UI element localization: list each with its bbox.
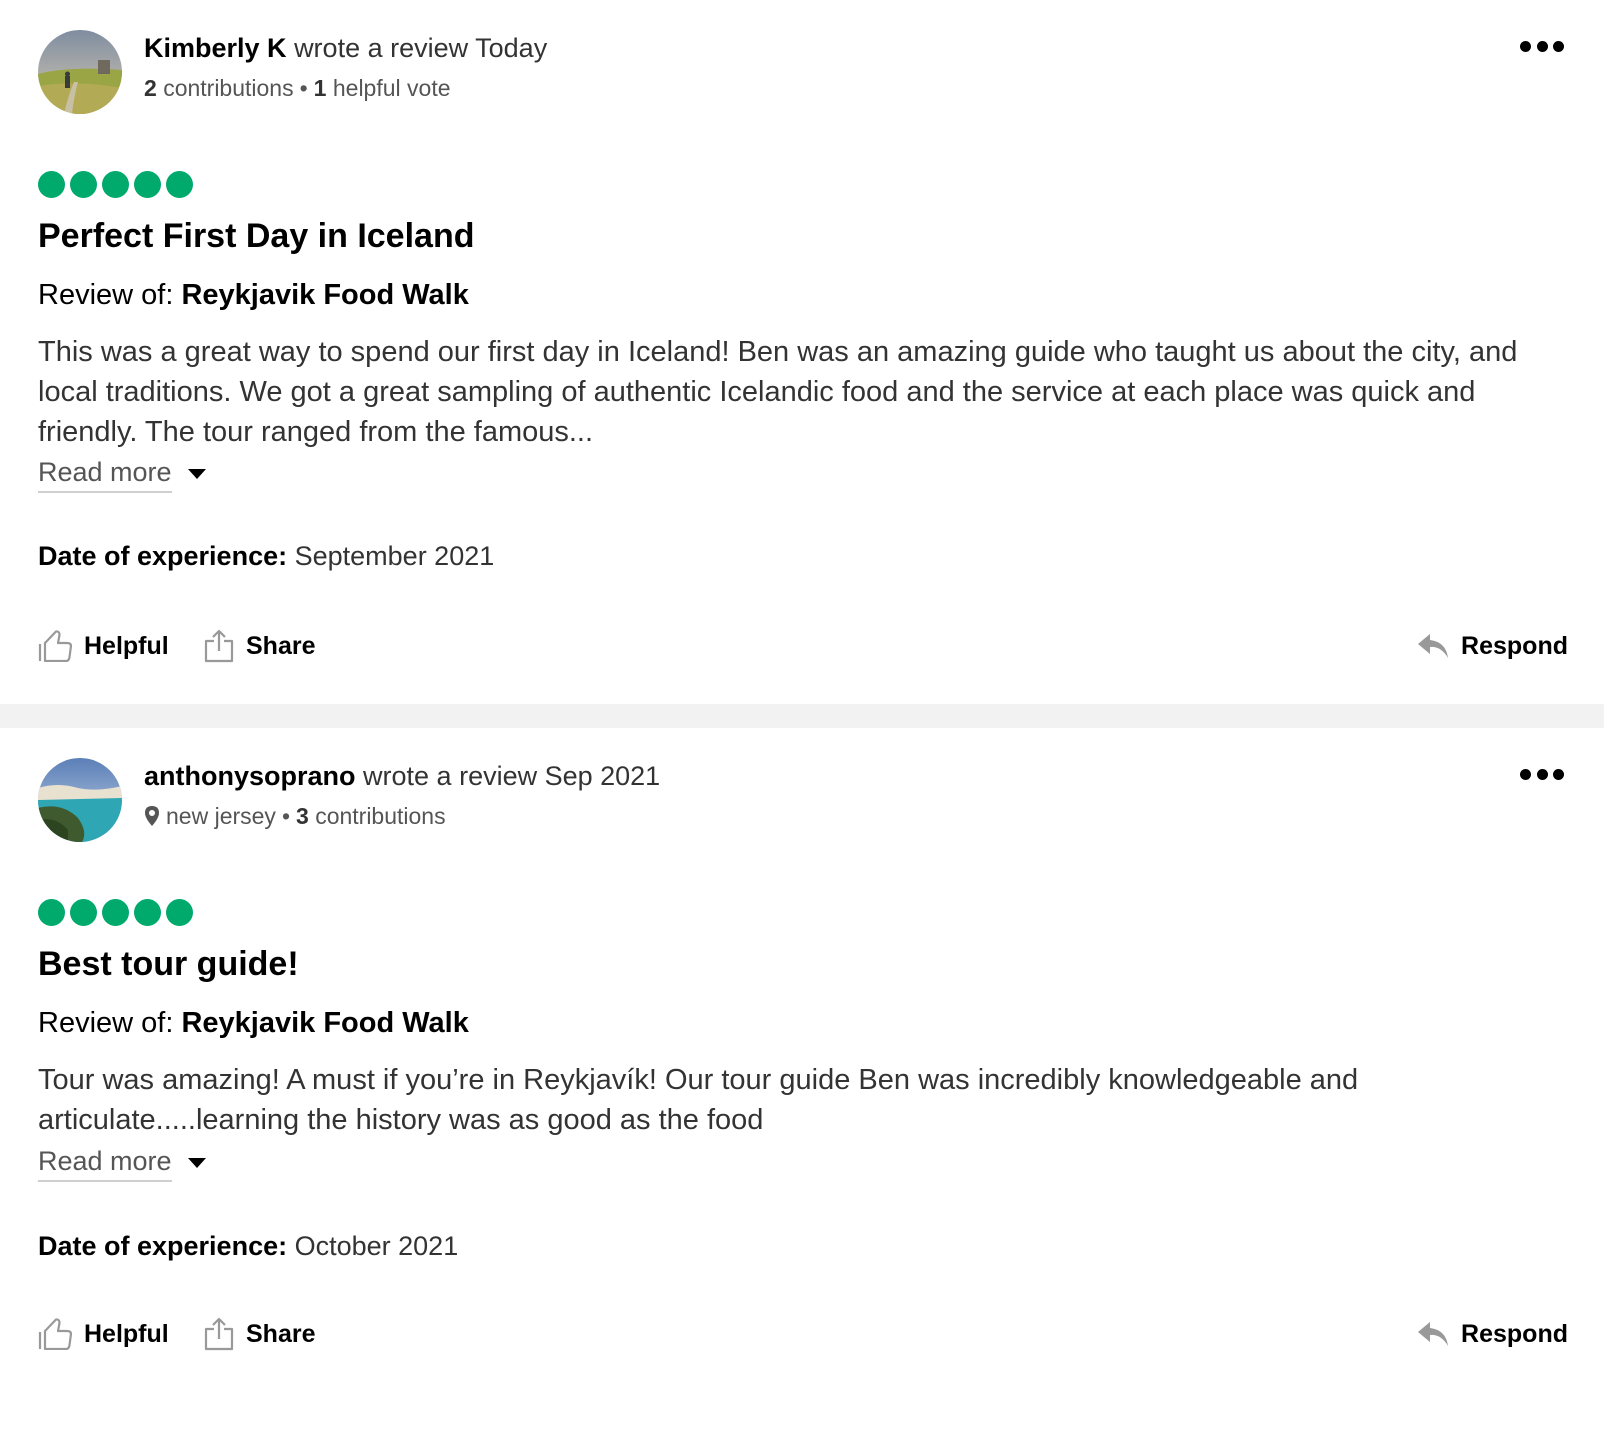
helpful-label: Helpful: [84, 1319, 169, 1348]
rating-bubbles: [38, 171, 193, 198]
rating-bubble: [38, 171, 65, 198]
rating-bubble: [166, 171, 193, 198]
date-of-experience: Date of experience: September 2021: [38, 538, 494, 574]
more-options-icon[interactable]: [1520, 766, 1564, 782]
share-label: Share: [246, 1319, 316, 1348]
respond-arrow-icon: [1418, 1322, 1449, 1346]
rating-bubble: [102, 171, 129, 198]
review-of-label: Review of:: [38, 279, 174, 311]
respond-button[interactable]: Respond: [1417, 624, 1568, 668]
author-name[interactable]: Kimberly K: [144, 33, 287, 63]
share-icon: [204, 629, 234, 663]
author-name[interactable]: anthonysoprano: [144, 761, 356, 791]
review-body: Tour was amazing! A must if you’re in Re…: [38, 1064, 1359, 1136]
share-button[interactable]: Share: [204, 1312, 315, 1356]
review-of: Review of: Reykjavik Food Walk: [38, 1004, 469, 1042]
meta-separator: •: [281, 803, 290, 829]
more-options-icon[interactable]: [1520, 38, 1564, 54]
author-meta: new jersey • 3 contributions: [144, 801, 446, 831]
meta-separator: •: [299, 75, 308, 101]
review-card: anthonysoprano wrote a review Sep 2021 n…: [0, 728, 1604, 1432]
read-more-button[interactable]: Read more: [38, 1144, 206, 1182]
avatar-image: [38, 30, 122, 114]
chevron-down-icon: [187, 469, 206, 479]
rating-bubble: [70, 899, 97, 926]
rating-bubble: [166, 899, 193, 926]
contributions-count: 2: [144, 75, 157, 101]
thumbs-up-icon: [38, 630, 72, 662]
review-date-text: wrote a review Sep 2021: [363, 761, 661, 791]
review-header: anthonysoprano wrote a review Sep 2021: [144, 758, 660, 794]
review-header: Kimberly K wrote a review Today: [144, 30, 547, 66]
share-label: Share: [246, 631, 316, 660]
respond-label: Respond: [1461, 631, 1568, 660]
date-of-experience-label: Date of experience:: [38, 1231, 288, 1261]
read-more-label: Read more: [38, 455, 172, 493]
rating-bubble: [70, 171, 97, 198]
avatar[interactable]: [38, 758, 122, 842]
read-more-button[interactable]: Read more: [38, 455, 206, 493]
review-of-link[interactable]: Reykjavik Food Walk: [181, 279, 468, 311]
rating-bubble: [38, 899, 65, 926]
avatar[interactable]: [38, 30, 122, 114]
share-button[interactable]: Share: [204, 624, 315, 668]
helpful-label: Helpful: [84, 631, 169, 660]
respond-label: Respond: [1461, 1319, 1568, 1348]
review-actions: Helpful Share Respond: [38, 624, 1568, 668]
review-actions: Helpful Share Respond: [38, 1312, 1568, 1356]
review-of-label: Review of:: [38, 1007, 174, 1039]
helpful-button[interactable]: Helpful: [38, 1312, 169, 1356]
chevron-down-icon: [187, 1158, 206, 1168]
review-title[interactable]: Perfect First Day in Iceland: [38, 214, 475, 258]
review-body: This was a great way to spend our first …: [38, 336, 1518, 448]
date-of-experience: Date of experience: October 2021: [38, 1228, 458, 1264]
share-icon: [204, 1317, 234, 1351]
date-of-experience-label: Date of experience:: [38, 541, 288, 571]
review-date-text: wrote a review Today: [294, 33, 548, 63]
thumbs-up-icon: [38, 1318, 72, 1350]
contributions-count: 3: [296, 803, 309, 829]
review-of: Review of: Reykjavik Food Walk: [38, 276, 469, 314]
location-pin-icon: [145, 806, 159, 826]
contributions-label: contributions: [163, 75, 294, 101]
date-of-experience-value: September 2021: [294, 541, 495, 571]
review-of-link[interactable]: Reykjavik Food Walk: [181, 1007, 468, 1039]
rating-bubble: [134, 899, 161, 926]
read-more-label: Read more: [38, 1144, 172, 1182]
contributions-label: contributions: [315, 803, 446, 829]
avatar-image: [38, 758, 122, 842]
helpful-votes-label: helpful vote: [332, 75, 451, 101]
respond-button[interactable]: Respond: [1417, 1312, 1568, 1356]
rating-bubble: [134, 171, 161, 198]
rating-bubble: [102, 899, 129, 926]
helpful-button[interactable]: Helpful: [38, 624, 169, 668]
date-of-experience-value: October 2021: [294, 1231, 459, 1261]
respond-arrow-icon: [1418, 634, 1449, 658]
author-location: new jersey: [166, 803, 276, 829]
author-meta: 2 contributions • 1 helpful vote: [144, 73, 451, 103]
rating-bubbles: [38, 899, 193, 926]
review-divider: [0, 704, 1604, 728]
helpful-votes-count: 1: [313, 75, 327, 101]
review-card: Kimberly K wrote a review Today 2 contri…: [0, 0, 1604, 704]
review-title[interactable]: Best tour guide!: [38, 942, 299, 986]
